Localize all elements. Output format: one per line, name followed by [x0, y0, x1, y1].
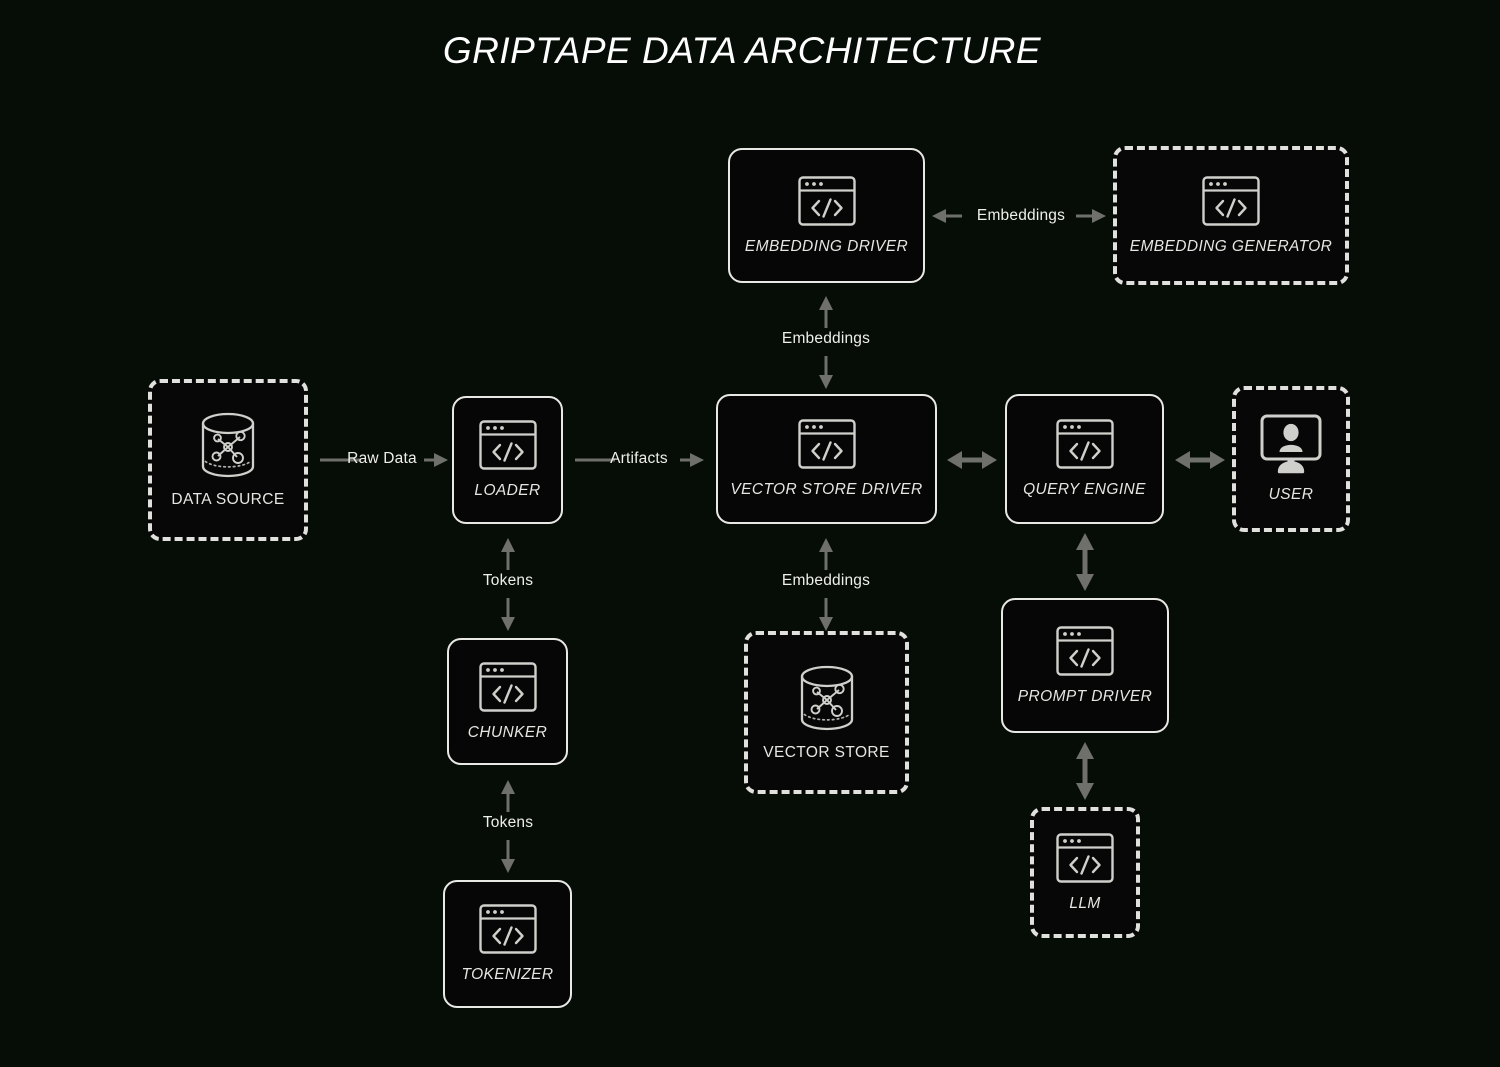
node-label: USER [1268, 486, 1314, 503]
node-llm[interactable]: LLM [1030, 807, 1140, 938]
node-label: PROMPT DRIVER [1017, 687, 1153, 705]
database-graph-icon [794, 664, 860, 732]
node-loader[interactable]: LOADER [452, 396, 563, 524]
arrow-vsd-to-embdriver-up [816, 294, 836, 330]
arrow-prompt-driver-to-llm [1073, 742, 1097, 800]
node-tokenizer[interactable]: TOKENIZER [443, 880, 572, 1008]
arrow-embdriver-to-embgen-right [1076, 206, 1110, 226]
node-label: EMBEDDING GENERATOR [1129, 237, 1333, 255]
arrow-chunker-to-tokenizer-up [498, 778, 518, 814]
node-vector-store[interactable]: VECTOR STORE [744, 631, 909, 794]
node-label: CHUNKER [467, 723, 548, 741]
code-window-icon [478, 420, 537, 470]
arrow-loader-to-chunker-up [498, 536, 518, 572]
node-label: TOKENIZER [461, 966, 554, 983]
code-window-icon [1056, 832, 1114, 883]
node-user[interactable]: USER [1232, 386, 1350, 532]
arrow-vsd-to-vectorstore-down [816, 598, 836, 634]
code-window-icon [797, 419, 856, 469]
code-window-icon [1202, 175, 1260, 226]
edge-label-embeddings-upper: Embeddings [781, 330, 871, 347]
node-embedding-generator[interactable]: EMBEDDING GENERATOR [1113, 146, 1349, 285]
node-label: LOADER [474, 482, 541, 499]
arrow-loader-to-chunker-down [498, 598, 518, 634]
node-chunker[interactable]: CHUNKER [447, 638, 568, 765]
node-label: VECTOR STORE DRIVER [730, 481, 923, 498]
arrow-vsd-to-vectorstore-up [816, 536, 836, 572]
page-title: GRIPTAPE DATA ARCHITECTURE [442, 30, 1042, 71]
code-window-icon [478, 661, 537, 712]
edge-label-raw-data: Raw Data [347, 450, 417, 467]
arrow-vsd-to-embdriver-down [816, 356, 836, 392]
node-label: VECTOR STORE [763, 743, 890, 761]
code-window-icon [478, 904, 537, 954]
node-embedding-driver[interactable]: EMBEDDING DRIVER [728, 148, 925, 283]
monitor-user-icon [1260, 414, 1322, 474]
diagram-canvas: GRIPTAPE DATA ARCHITECTURE DATA SOURCE L… [0, 0, 1500, 1067]
arrow-loader-to-vsd-head [680, 450, 710, 470]
node-label: EMBEDDING DRIVER [744, 237, 909, 255]
edge-label-tokens-lower: Tokens [482, 814, 534, 831]
node-label: DATA SOURCE [171, 491, 285, 508]
node-vector-store-driver[interactable]: VECTOR STORE DRIVER [716, 394, 937, 524]
node-query-engine[interactable]: QUERY ENGINE [1005, 394, 1164, 524]
code-window-icon [797, 175, 856, 226]
database-graph-icon [195, 411, 261, 479]
arrow-query-engine-to-user [1175, 448, 1225, 472]
edge-label-artifacts: Artifacts [610, 450, 668, 467]
node-data-source[interactable]: DATA SOURCE [148, 379, 308, 541]
edge-label-embeddings-horizontal: Embeddings [976, 207, 1066, 224]
code-window-icon [1055, 419, 1114, 469]
edge-label-embeddings-lower: Embeddings [781, 572, 871, 589]
code-window-icon [1056, 625, 1114, 676]
arrow-chunker-to-tokenizer-down [498, 840, 518, 876]
node-label: QUERY ENGINE [1023, 481, 1146, 498]
arrow-data-source-to-loader-head [424, 450, 454, 470]
edge-label-tokens-upper: Tokens [482, 572, 534, 589]
node-label: LLM [1069, 894, 1101, 912]
arrow-vsd-to-query-engine [947, 448, 997, 472]
node-prompt-driver[interactable]: PROMPT DRIVER [1001, 598, 1169, 733]
arrow-query-engine-to-prompt-driver [1073, 533, 1097, 591]
